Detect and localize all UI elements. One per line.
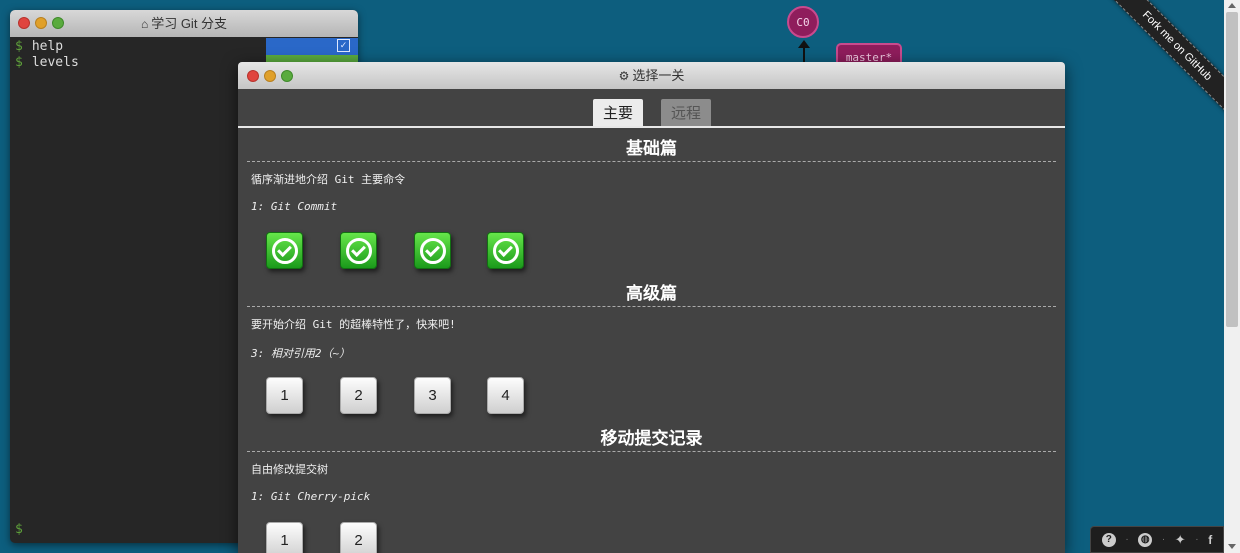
fork-ribbon[interactable]: Fork me on GitHub — [1094, 0, 1224, 130]
level-section: 基础篇 循序渐进地介绍 Git 主要命令 1: Git Commit — [238, 137, 1065, 282]
close-button[interactable] — [247, 70, 259, 82]
separator: · — [1125, 534, 1129, 545]
section-title: 基础篇 — [247, 137, 1056, 162]
prompt-symbol: $ — [15, 39, 23, 54]
check-icon — [345, 237, 372, 264]
checkbox-icon[interactable]: ✓ — [337, 39, 350, 52]
level-select-dialog: ⚙ 选择一关 主要 远程 基础篇 循序渐进地介绍 Git 主要命令 1: Git … — [238, 62, 1065, 553]
bottom-toolbar: ? · ◍ · ✦ · f — [1090, 526, 1224, 553]
gear-icon: ⚙ — [618, 69, 630, 83]
level-button[interactable]: 1 — [266, 522, 303, 553]
dialog-titlebar[interactable]: ⚙ 选择一关 — [238, 62, 1065, 89]
home-icon: ⌂ — [140, 17, 149, 31]
level-row: 1 2 — [238, 504, 1065, 553]
maximize-button[interactable] — [281, 70, 293, 82]
twitter-icon[interactable]: ✦ — [1175, 532, 1186, 548]
command-panel[interactable]: ✓ — [266, 38, 358, 55]
commit-node-c0[interactable]: C0 — [787, 6, 819, 38]
level-button[interactable] — [487, 232, 524, 269]
terminal-command: help — [31, 39, 64, 54]
scroll-down-icon[interactable] — [1228, 544, 1236, 549]
close-button[interactable] — [18, 17, 30, 29]
section-description: 自由修改提交树 — [251, 463, 328, 476]
dialog-title: 选择一关 — [632, 68, 685, 83]
level-section: 移动提交记录 自由修改提交树 1: Git Cherry-pick 1 2 — [238, 427, 1065, 553]
globe-icon[interactable]: ◍ — [1138, 532, 1153, 547]
terminal-title: 学习 Git 分支 — [151, 16, 228, 31]
section-current-level: 1: Git Commit — [251, 200, 338, 213]
level-section: 高级篇 要开始介绍 Git 的超棒特性了，快来吧! 3: 相对引用2（~） 1 … — [238, 282, 1065, 427]
scroll-up-icon[interactable] — [1228, 3, 1236, 8]
section-description: 循序渐进地介绍 Git 主要命令 — [251, 173, 406, 186]
section-title: 移动提交记录 — [247, 427, 1056, 452]
minimize-button[interactable] — [264, 70, 276, 82]
level-button[interactable]: 4 — [487, 377, 524, 414]
level-button[interactable] — [414, 232, 451, 269]
section-current-level: 1: Git Cherry-pick — [251, 490, 371, 503]
level-row — [238, 214, 1065, 282]
maximize-button[interactable] — [52, 17, 64, 29]
tab-main[interactable]: 主要 — [593, 99, 643, 126]
terminal-command: levels — [31, 55, 79, 70]
level-row: 1 2 3 4 — [238, 359, 1065, 427]
separator: · — [1195, 534, 1199, 545]
fork-ribbon-text[interactable]: Fork me on GitHub — [1101, 0, 1224, 122]
level-button[interactable] — [266, 232, 303, 269]
scroll-thumb[interactable] — [1226, 12, 1238, 327]
level-button[interactable] — [340, 232, 377, 269]
facebook-icon[interactable]: f — [1208, 533, 1212, 547]
tab-remote[interactable]: 远程 — [661, 99, 711, 126]
help-icon[interactable]: ? — [1101, 532, 1116, 547]
command-input-prompt[interactable]: $ — [15, 522, 23, 537]
page-scrollbar[interactable] — [1224, 0, 1240, 553]
level-button[interactable]: 1 — [266, 377, 303, 414]
check-icon — [419, 237, 446, 264]
tab-bar: 主要 远程 — [238, 89, 1065, 128]
level-button[interactable]: 3 — [414, 377, 451, 414]
level-button[interactable]: 2 — [340, 522, 377, 553]
minimize-button[interactable] — [35, 17, 47, 29]
terminal-titlebar[interactable]: ⌂ 学习 Git 分支 — [10, 10, 358, 37]
check-icon — [492, 237, 519, 264]
prompt-symbol: $ — [15, 55, 23, 70]
level-button[interactable]: 2 — [340, 377, 377, 414]
section-current-level: 3: 相对引用2（~） — [251, 347, 351, 360]
section-title: 高级篇 — [247, 282, 1056, 307]
section-description: 要开始介绍 Git 的超棒特性了，快来吧! — [251, 318, 456, 331]
check-icon — [271, 237, 298, 264]
separator: · — [1161, 534, 1166, 545]
branch-connector — [803, 47, 805, 63]
